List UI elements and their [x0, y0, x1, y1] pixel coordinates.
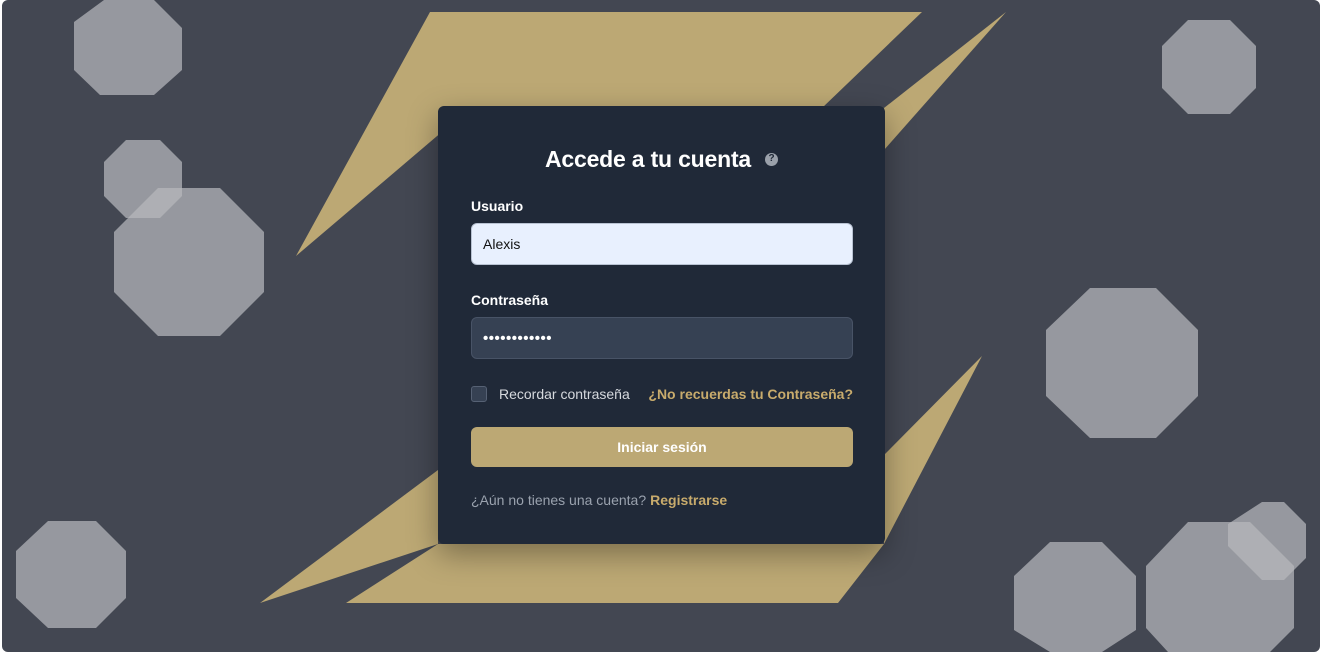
octagon-shape: [1046, 288, 1198, 438]
octagon-shape: [16, 521, 126, 628]
octagon-shape: [1014, 542, 1136, 652]
login-button[interactable]: Iniciar sesión: [471, 427, 853, 467]
username-input[interactable]: Alexis: [471, 223, 853, 265]
signup-row: ¿Aún no tienes una cuenta? Registrarse: [471, 492, 727, 508]
remember-row: Recordar contraseña ¿No recuerdas tu Con…: [471, 384, 853, 404]
remember-label[interactable]: Recordar contraseña: [499, 386, 630, 402]
password-input[interactable]: ••••••••••••: [471, 317, 853, 359]
octagon-shape: [1162, 20, 1256, 114]
login-card: Accede a tu cuenta ? Usuario Alexis Cont…: [438, 106, 885, 544]
remember-checkbox[interactable]: [471, 386, 487, 402]
gold-shard-right-top: [884, 12, 1006, 150]
signup-prompt: ¿Aún no tienes una cuenta?: [471, 492, 647, 508]
title-row: Accede a tu cuenta ?: [438, 144, 885, 174]
octagon-shape: [74, 0, 182, 95]
signup-link[interactable]: Registrarse: [650, 492, 727, 508]
page-title: Accede a tu cuenta: [544, 145, 752, 172]
octagon-shape: [114, 188, 264, 336]
login-page: Accede a tu cuenta ? Usuario Alexis Cont…: [2, 0, 1320, 652]
question-circle-icon[interactable]: ?: [765, 152, 779, 166]
password-label: Contraseña: [471, 292, 549, 308]
forgot-password-link[interactable]: ¿No recuerdas tu Contraseña?: [648, 386, 853, 402]
remember-option: Recordar contraseña: [471, 386, 630, 402]
username-label: Usuario: [471, 198, 524, 214]
